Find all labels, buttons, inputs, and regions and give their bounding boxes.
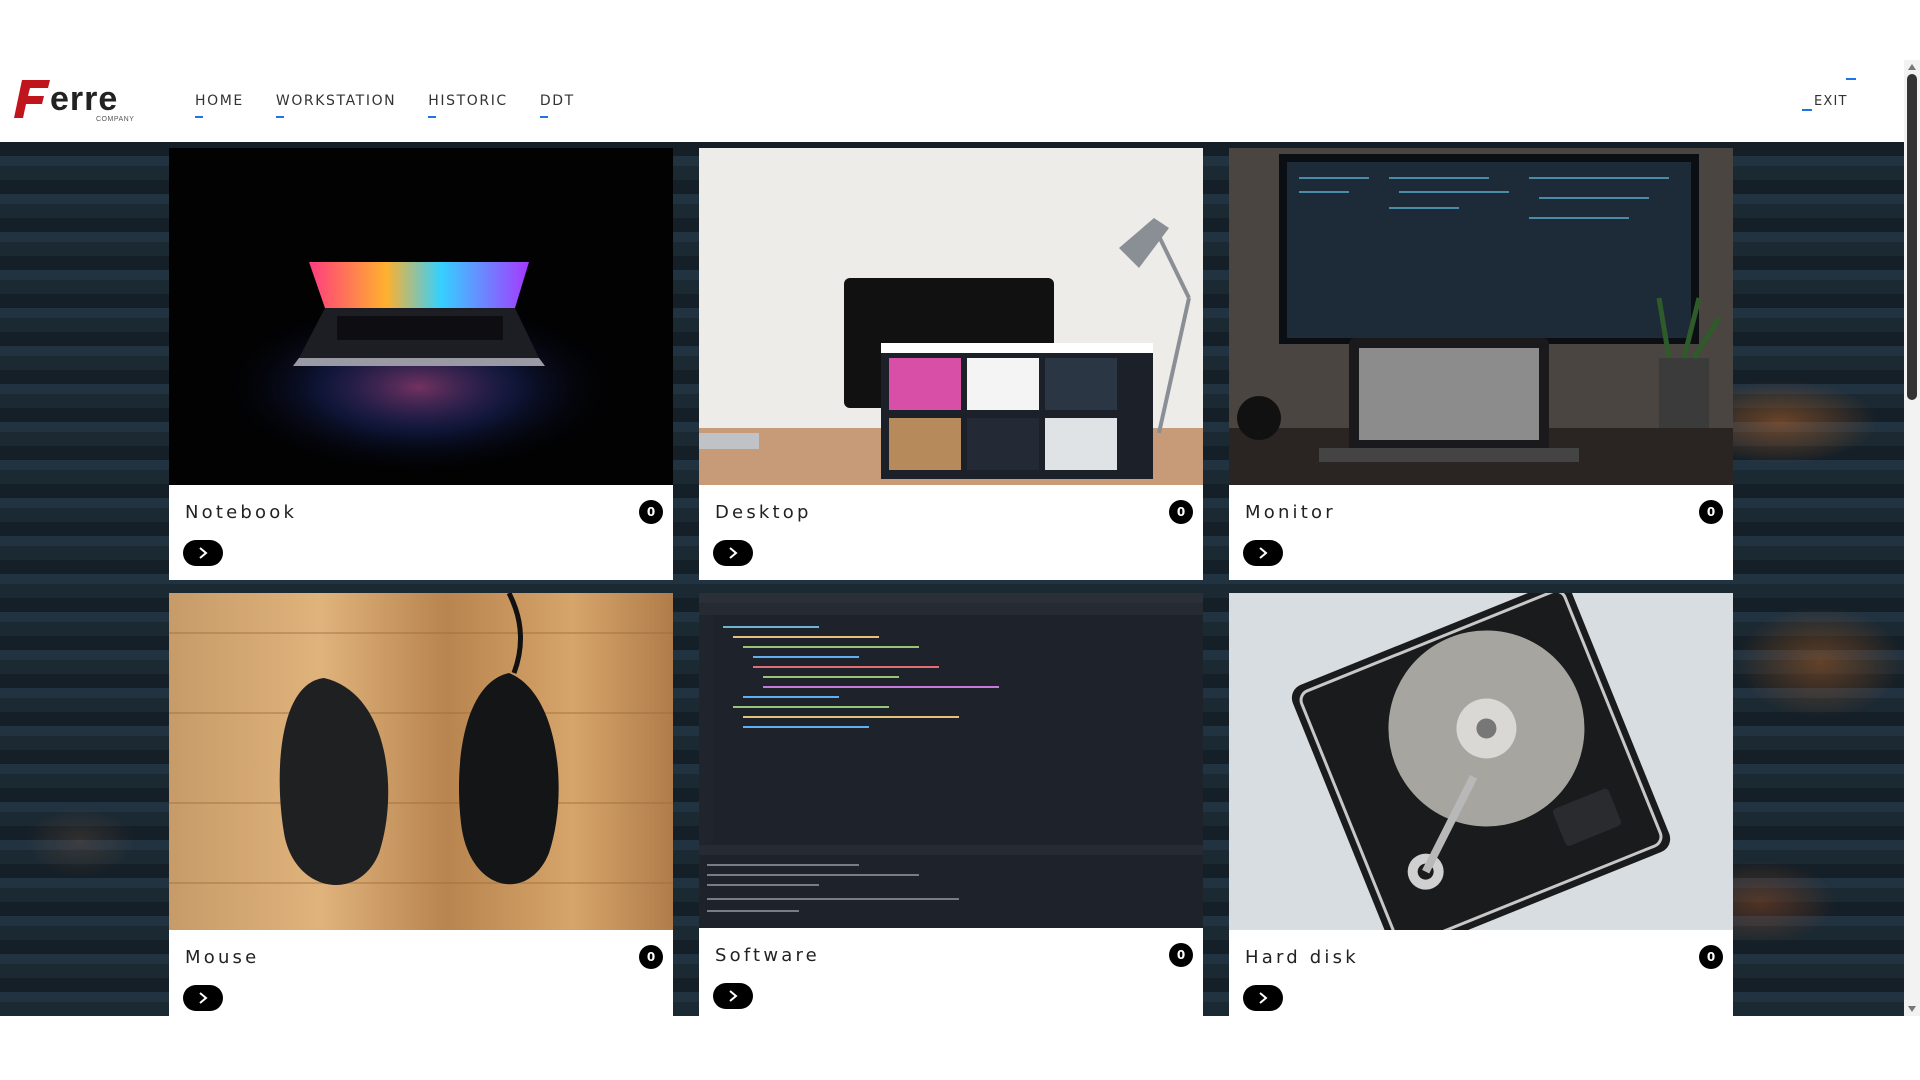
exit-link[interactable]: EXIT: [1802, 60, 1856, 144]
brand-logo[interactable]: erre COMPANY: [10, 74, 150, 124]
mouse-photo: [169, 593, 673, 930]
scrollbar-thumb[interactable]: [1907, 74, 1917, 400]
desktop-photo: [699, 148, 1203, 485]
svg-text:COMPANY: COMPANY: [96, 116, 134, 123]
nav-workstation[interactable]: WORKSTATION: [275, 60, 396, 142]
card-title: Monitor: [1245, 502, 1336, 523]
category-card-desktop: Desktop 0: [699, 148, 1203, 580]
nav-home[interactable]: HOME: [195, 60, 244, 142]
main-nav: HOME WORKSTATION HISTORIC DDT: [195, 60, 607, 142]
laptop-photo: [169, 148, 673, 485]
count-badge: 0: [639, 500, 663, 524]
top-navbar: erre COMPANY HOME WORKSTATION HISTORIC D…: [0, 60, 1904, 142]
svg-text:erre: erre: [50, 80, 118, 118]
count-badge: 0: [1699, 945, 1723, 969]
open-desktop-button[interactable]: [713, 540, 753, 566]
card-title: Software: [715, 945, 820, 966]
open-monitor-button[interactable]: [1243, 540, 1283, 566]
bottom-whitespace: [0, 1016, 1920, 1080]
count-badge: 0: [1169, 500, 1193, 524]
chevron-right-icon: [199, 992, 208, 1004]
exit-label: EXIT: [1814, 94, 1848, 109]
code-editor-screenshot: [699, 593, 1203, 928]
top-whitespace: [0, 0, 1920, 60]
exit-accent-bottom: [1802, 109, 1812, 111]
category-card-hard-disk: Hard disk 0: [1229, 593, 1733, 1016]
scroll-up-arrow-icon[interactable]: [1908, 64, 1916, 70]
chevron-right-icon: [1259, 992, 1268, 1004]
card-title: Hard disk: [1245, 947, 1359, 968]
open-software-button[interactable]: [713, 983, 753, 1009]
count-badge: 0: [1169, 943, 1193, 967]
exit-accent-top: [1846, 78, 1856, 80]
vertical-scrollbar[interactable]: [1904, 60, 1920, 1016]
nav-ddt[interactable]: DDT: [539, 60, 575, 142]
chevron-right-icon: [1259, 547, 1268, 559]
card-title: Notebook: [185, 502, 298, 523]
count-badge: 0: [639, 945, 663, 969]
open-hard-disk-button[interactable]: [1243, 985, 1283, 1011]
card-title: Mouse: [185, 947, 260, 968]
category-card-software: Software 0: [699, 593, 1203, 1016]
count-badge: 0: [1699, 500, 1723, 524]
nav-historic[interactable]: HISTORIC: [428, 60, 508, 142]
open-mouse-button[interactable]: [183, 985, 223, 1011]
monitor-photo: [1229, 148, 1733, 485]
scroll-down-arrow-icon[interactable]: [1908, 1006, 1916, 1012]
category-card-mouse: Mouse 0: [169, 593, 673, 1016]
open-notebook-button[interactable]: [183, 540, 223, 566]
hard-disk-photo: [1229, 593, 1733, 930]
chevron-right-icon: [729, 547, 738, 559]
chevron-right-icon: [199, 547, 208, 559]
category-card-notebook: Notebook 0: [169, 148, 673, 580]
category-card-monitor: Monitor 0: [1229, 148, 1733, 580]
chevron-right-icon: [729, 990, 738, 1002]
card-title: Desktop: [715, 502, 812, 523]
